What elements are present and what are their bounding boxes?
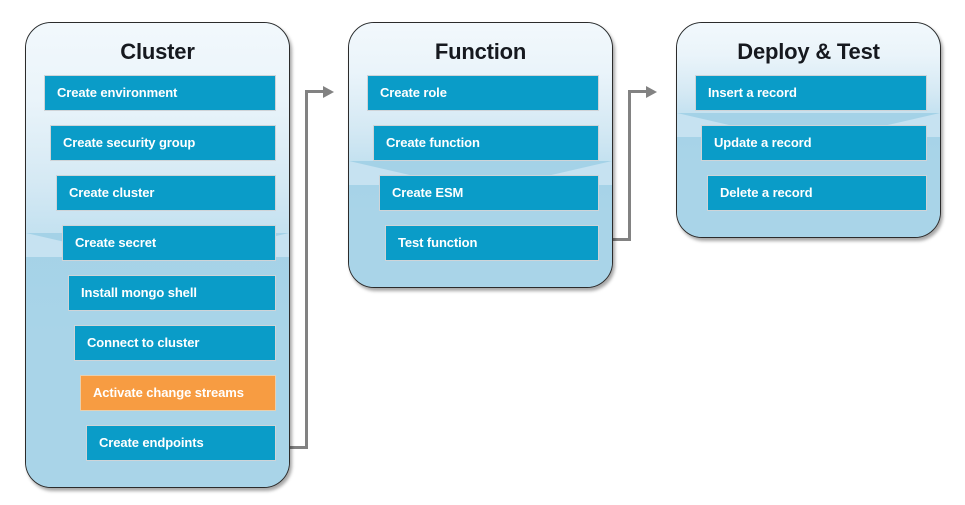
step-update-a-record[interactable]: Update a record — [701, 125, 927, 161]
step-create-role[interactable]: Create role — [367, 75, 599, 111]
step-create-security-group[interactable]: Create security group — [50, 125, 276, 161]
step-create-function[interactable]: Create function — [373, 125, 599, 161]
step-create-cluster[interactable]: Create cluster — [56, 175, 276, 211]
panel-title-function: Function — [434, 39, 527, 64]
step-activate-change-streams[interactable]: Activate change streams — [80, 375, 276, 411]
panel-title-cluster: Cluster — [120, 39, 195, 64]
connector-arrowhead-icon — [646, 85, 657, 98]
connector-segment-vertical — [305, 90, 308, 449]
column-panel-function: Function Create role Create function Cre… — [348, 22, 613, 288]
connector-segment-vertical — [628, 90, 631, 241]
diagram-canvas: Cluster Create environment Create securi… — [0, 0, 965, 505]
step-insert-a-record[interactable]: Insert a record — [695, 75, 927, 111]
step-test-function[interactable]: Test function — [385, 225, 599, 261]
connector-arrowhead-icon — [323, 85, 334, 98]
step-install-mongo-shell[interactable]: Install mongo shell — [68, 275, 276, 311]
step-create-environment[interactable]: Create environment — [44, 75, 276, 111]
column-panel-cluster: Cluster Create environment Create securi… — [25, 22, 290, 488]
step-delete-a-record[interactable]: Delete a record — [707, 175, 927, 211]
panel-title-deploy-test: Deploy & Test — [737, 39, 880, 64]
column-panel-deploy-test: Deploy & Test Insert a record Update a r… — [676, 22, 941, 238]
step-create-secret[interactable]: Create secret — [62, 225, 276, 261]
step-connect-to-cluster[interactable]: Connect to cluster — [74, 325, 276, 361]
step-create-endpoints[interactable]: Create endpoints — [86, 425, 276, 461]
step-create-esm[interactable]: Create ESM — [379, 175, 599, 211]
